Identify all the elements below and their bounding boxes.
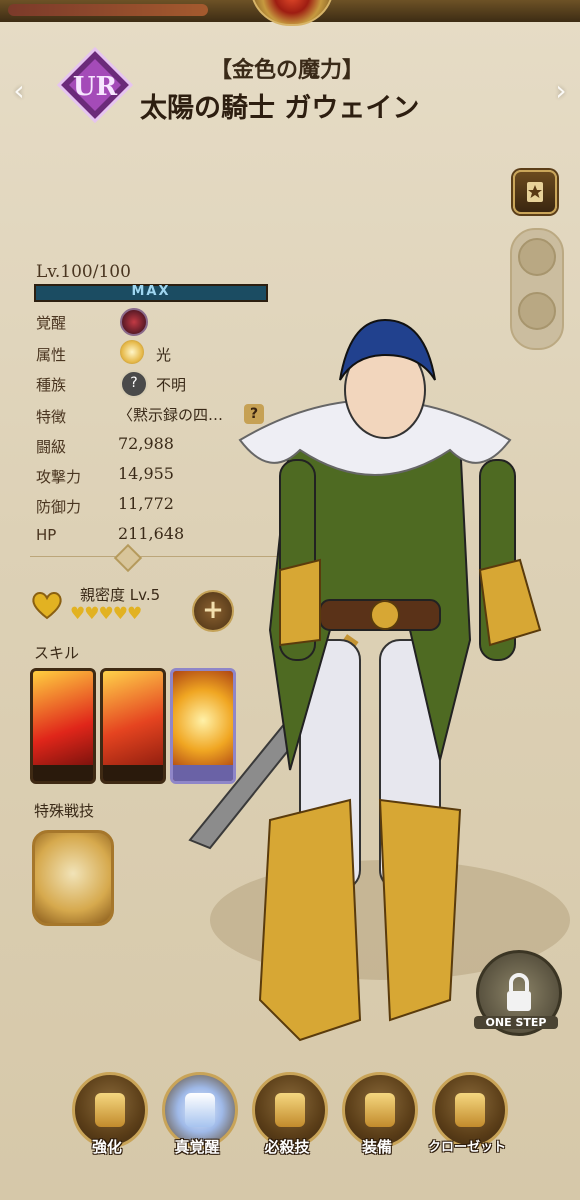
- stat-label-trait: 特徴: [36, 408, 67, 426]
- prev-character-arrow[interactable]: ‹: [6, 77, 32, 105]
- top-bar-gauge: [8, 4, 208, 16]
- stat-label-race: 種族: [36, 376, 67, 394]
- ultimate-emblem-icon: [275, 1093, 305, 1127]
- unknown-race-icon: ?: [120, 370, 148, 398]
- crown-emblem-icon[interactable]: [518, 238, 556, 276]
- equipment-icon: [365, 1093, 395, 1127]
- top-crest-icon: [250, 0, 334, 26]
- next-character-arrow[interactable]: ›: [548, 77, 574, 105]
- nav-ultimate-label: 必殺技: [264, 1138, 310, 1156]
- helmet-upgrade-icon: [95, 1093, 125, 1127]
- stat-label-attribute: 属性: [36, 346, 67, 364]
- nav-closet-label: クローゼット: [427, 1140, 506, 1155]
- level-text: Lv.100/100: [36, 262, 131, 282]
- nav-equipment-label: 装備: [361, 1138, 392, 1156]
- favorite-star-button[interactable]: [513, 170, 557, 214]
- nav-upgrade-label: 強化: [91, 1138, 122, 1156]
- character-name: 太陽の騎士 ガウェイン: [140, 93, 420, 124]
- rarity-ur-badge: UR: [56, 46, 134, 124]
- true-awakening-icon: [185, 1093, 215, 1127]
- special-skill-heading: 特殊戦技: [34, 802, 95, 820]
- special-skill-portrait[interactable]: [32, 830, 114, 926]
- affinity-hearts: ♥♥♥♥♥: [70, 604, 142, 624]
- stat-label-attack: 攻撃力: [36, 468, 82, 486]
- affinity-level: 親密度 Lv.5: [80, 586, 161, 604]
- stat-label-defense: 防御力: [36, 498, 82, 516]
- awakening-gem-icon: [120, 308, 148, 336]
- stat-label-awakening: 覚醒: [36, 314, 67, 332]
- stat-label-power: 闘級: [36, 438, 67, 456]
- closet-mannequin-icon: [455, 1093, 485, 1127]
- character-subtitle: 【金色の魔力】: [210, 57, 365, 83]
- one-step-label: ONE STEP: [474, 1016, 558, 1029]
- nav-true-awakening-label: 真覚醒: [174, 1138, 220, 1156]
- skills-heading: スキル: [34, 644, 80, 662]
- affinity-heart-icon: [32, 592, 62, 620]
- character-illustration: [188, 318, 570, 1042]
- skill-card-1[interactable]: [30, 668, 96, 784]
- svg-text:UR: UR: [73, 72, 118, 102]
- stat-label-hp: HP: [36, 526, 57, 544]
- divider-diamond-icon: [113, 543, 143, 573]
- star-card-icon: [527, 182, 543, 202]
- light-attribute-icon: [120, 340, 144, 364]
- level-max-label: MAX: [131, 284, 171, 299]
